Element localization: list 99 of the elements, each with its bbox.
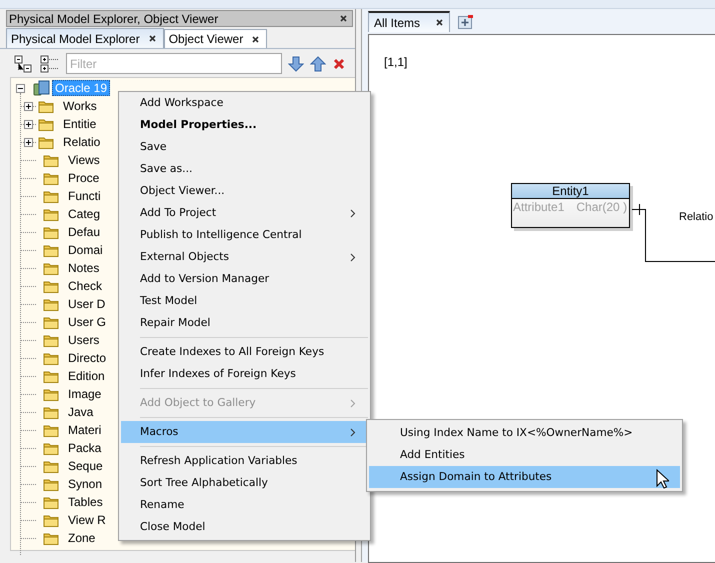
expand-tree-icon[interactable] — [40, 54, 60, 72]
relationship-line[interactable] — [632, 204, 715, 262]
folder-icon — [43, 422, 59, 438]
tree-item[interactable]: Edition — [65, 368, 108, 384]
folder-icon — [43, 440, 59, 456]
folder-icon — [43, 404, 59, 420]
folder-icon — [43, 152, 59, 168]
filter-field[interactable]: Filter — [66, 53, 282, 74]
menu-item[interactable]: Using Index Name to IX<%OwnerName%> — [369, 422, 680, 444]
cursor-icon — [656, 469, 669, 489]
folder-icon — [43, 530, 59, 546]
menu-item[interactable]: Save — [121, 136, 368, 158]
tree-item[interactable]: Users — [65, 332, 102, 348]
new-tab-icon[interactable] — [458, 15, 474, 29]
menu-item[interactable]: Sort Tree Alphabetically — [121, 472, 368, 494]
folder-icon — [43, 332, 59, 348]
menu-item[interactable]: Publish to Intelligence Central — [121, 224, 368, 246]
tree-item[interactable]: Works — [60, 98, 100, 114]
folder-icon — [43, 170, 59, 186]
tree-item[interactable]: Materi — [65, 422, 104, 438]
up-arrow-icon[interactable] — [310, 56, 326, 72]
close-icon[interactable] — [251, 34, 260, 44]
menu-item[interactable]: Refresh Application Variables — [121, 450, 368, 472]
panel-tab[interactable]: Physical Model Explorer — [6, 28, 164, 48]
tree-item[interactable]: Check — [65, 278, 106, 294]
tree-item[interactable]: Functi — [65, 188, 104, 204]
folder-icon — [38, 98, 54, 114]
menu-item[interactable]: Model Properties... — [121, 114, 368, 136]
folder-icon — [43, 296, 59, 312]
entity-name: Entity1 — [512, 184, 629, 199]
tree-item[interactable]: Java — [65, 404, 96, 420]
relation-label: Relatio — [679, 210, 714, 225]
tree-item[interactable]: Notes — [65, 260, 102, 276]
folder-icon — [43, 206, 59, 222]
page-label: [1,1] — [384, 54, 408, 71]
menu-item[interactable]: Rename — [121, 494, 368, 516]
folder-icon — [43, 224, 59, 240]
folder-icon — [43, 242, 59, 258]
tree-item[interactable]: Zone — [65, 530, 98, 546]
folder-icon — [43, 368, 59, 384]
tree-item[interactable]: View R — [65, 512, 109, 528]
menu-item[interactable]: Infer Indexes of Foreign Keys — [121, 363, 368, 385]
tree-item[interactable]: Domai — [65, 242, 106, 258]
attribute-name: Attribute1 — [513, 199, 564, 215]
folder-icon — [43, 458, 59, 474]
menu-item[interactable]: Create Indexes to All Foreign Keys — [121, 341, 368, 363]
folder-icon — [43, 260, 59, 276]
tree-item[interactable]: Directo — [65, 350, 110, 366]
folder-icon — [38, 134, 54, 150]
down-arrow-icon[interactable] — [288, 56, 304, 72]
tree-item[interactable]: Packa — [65, 440, 104, 456]
folder-icon — [43, 188, 59, 204]
collapse-tree-icon[interactable] — [14, 54, 34, 72]
close-icon[interactable] — [148, 34, 157, 43]
folder-icon — [43, 314, 59, 330]
attribute-type: Char(20 ) — [576, 199, 628, 215]
tree-item[interactable]: User G — [65, 314, 110, 330]
folder-icon — [38, 116, 54, 132]
expand-icon[interactable] — [24, 120, 33, 128]
menu-item[interactable]: Add To Project — [121, 202, 368, 224]
menu-item[interactable]: Add Entities — [369, 444, 680, 466]
tree-item[interactable]: User D — [65, 296, 108, 312]
folder-icon — [43, 278, 59, 294]
close-icon[interactable] — [435, 18, 444, 27]
tree-item[interactable]: Synon — [65, 476, 106, 492]
close-icon[interactable] — [339, 14, 348, 23]
database-icon — [33, 80, 50, 96]
expand-icon[interactable] — [24, 102, 33, 110]
menu-item[interactable]: Object Viewer... — [121, 180, 368, 202]
menu-item[interactable]: Repair Model — [121, 312, 368, 334]
menu-item[interactable]: Save as... — [121, 158, 368, 180]
collapse-icon[interactable] — [16, 84, 25, 92]
tree-item[interactable]: Categ — [65, 206, 104, 222]
tree-item[interactable]: Views — [65, 152, 103, 168]
folder-icon — [43, 386, 59, 402]
diagram-tab[interactable]: All Items — [368, 11, 450, 32]
folder-icon — [43, 494, 59, 510]
panel-tab[interactable]: Object Viewer — [164, 29, 268, 48]
panel-title: Physical Model Explorer, Object Viewer — [9, 10, 220, 28]
folder-icon — [43, 512, 59, 528]
tree-item[interactable]: Relatio — [60, 134, 104, 150]
folder-icon — [43, 350, 59, 366]
folder-icon — [43, 476, 59, 492]
menu-item[interactable]: Close Model — [121, 516, 368, 538]
menu-item[interactable]: External Objects — [121, 246, 368, 268]
menu-item[interactable]: Macros — [121, 421, 368, 443]
delete-icon[interactable] — [332, 56, 346, 70]
tree-item[interactable]: Seque — [65, 458, 106, 474]
tree-item[interactable]: Image — [65, 386, 104, 402]
menu-item[interactable]: Add Workspace — [121, 92, 368, 114]
entity-box[interactable]: Entity1 Attribute1 Char(20 ) — [511, 183, 630, 228]
menu-item[interactable]: Test Model — [121, 290, 368, 312]
tree-item[interactable]: Tables — [65, 494, 106, 510]
menu-item[interactable]: Assign Domain to Attributes — [369, 466, 680, 488]
tree-item[interactable]: Defau — [65, 224, 104, 240]
menu-item[interactable]: Add to Version Manager — [121, 268, 368, 290]
tree-item[interactable]: Entitie — [60, 116, 100, 132]
expand-icon[interactable] — [24, 138, 33, 146]
tree-item[interactable]: Proce — [65, 170, 102, 186]
